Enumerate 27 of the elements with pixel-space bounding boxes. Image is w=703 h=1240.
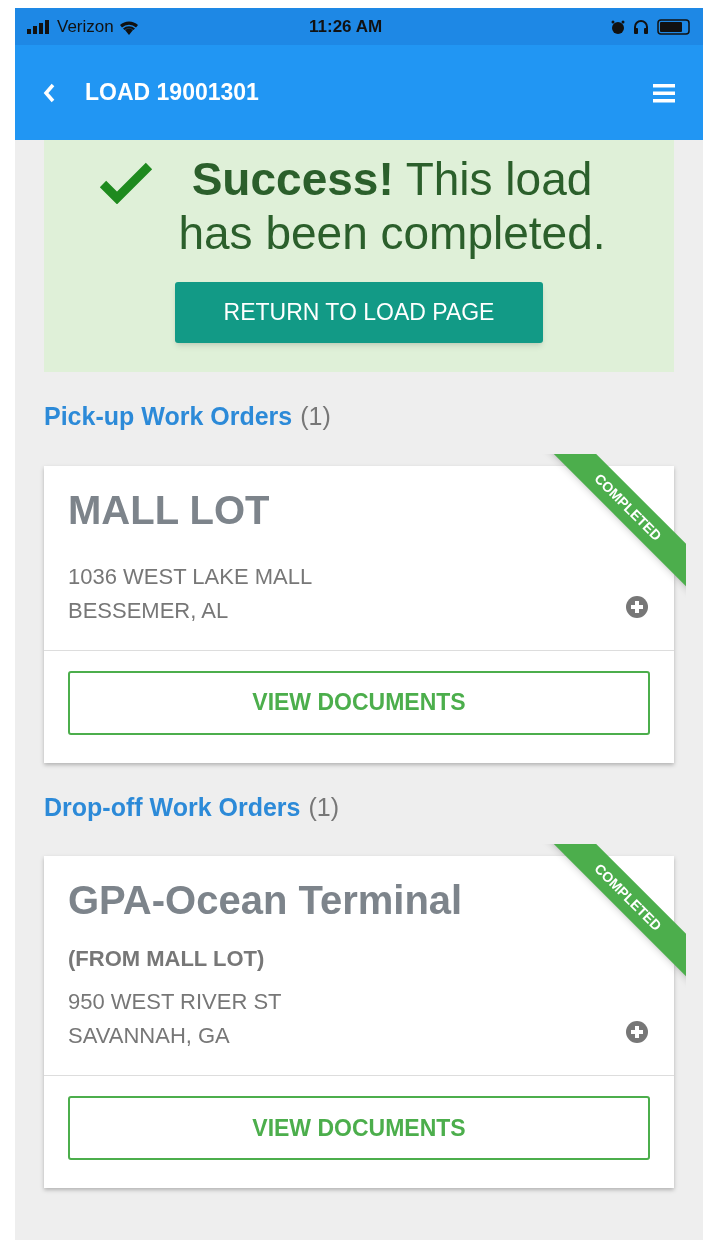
location-name: MALL LOT [68,486,270,534]
battery-icon [657,18,691,35]
menu-icon[interactable] [653,82,675,103]
address-line: SAVANNAH, GA [68,1022,230,1050]
address-line: 950 WEST RIVER ST [68,988,282,1016]
check-icon [99,162,153,204]
view-documents-button[interactable]: VIEW DOCUMENTS [68,1096,650,1160]
back-icon[interactable] [43,82,57,103]
wifi-icon [117,18,140,35]
return-button[interactable]: RETURN TO LOAD PAGE [175,282,543,343]
section-title: Drop-off Work Orders [44,791,301,823]
expand-icon[interactable] [626,1021,648,1043]
alarm-icon [611,19,625,34]
section-title: Pick-up Work Orders [44,401,293,432]
section-count: (1) [300,401,331,432]
success-message: Success! This load has been completed. [177,152,607,260]
page-title: LOAD 19001301 [85,78,259,108]
headphones-icon [633,19,649,34]
status-time: 11:26 AM [309,15,383,38]
section-count: (1) [308,791,340,823]
view-documents-button[interactable]: VIEW DOCUMENTS [68,670,650,735]
location-name: GPA-Ocean Terminal [68,877,463,924]
carrier-name: Verizon [57,15,114,38]
expand-icon[interactable] [626,595,648,618]
address-line: BESSEMER, AL [68,596,229,625]
origin-label: (FROM MALL LOT) [68,945,265,973]
address-line: 1036 WEST LAKE MALL [68,562,313,591]
